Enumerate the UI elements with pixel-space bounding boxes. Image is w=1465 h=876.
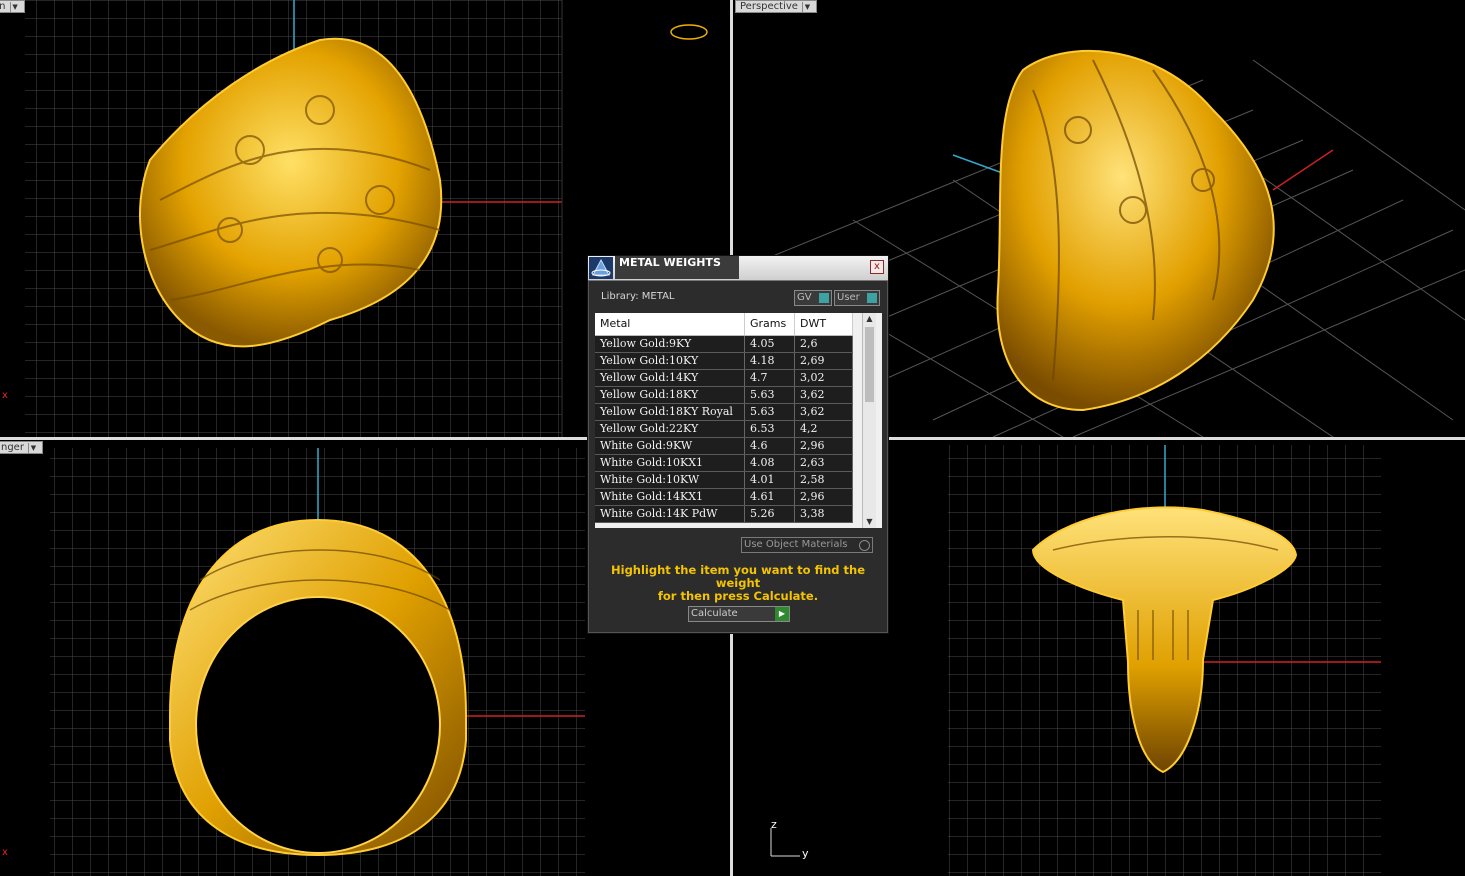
dwt-cell: 3,02 <box>795 370 853 386</box>
instruction-line-2: for then press Calculate. <box>657 589 819 603</box>
table-row[interactable]: Yellow Gold:22KY 6.53 4,2 <box>595 421 853 438</box>
metal-cell: White Gold:10KX1 <box>595 455 745 471</box>
table-header: Metal Grams DWT <box>595 313 853 336</box>
app-logo-icon <box>589 257 613 279</box>
metal-cell: White Gold:10KW <box>595 472 745 488</box>
dwt-cell: 2,69 <box>795 353 853 369</box>
dwt-cell: 3,38 <box>795 506 853 522</box>
use-object-materials-toggle[interactable]: Use Object Materials <box>741 537 873 553</box>
grams-cell: 4.7 <box>745 370 795 386</box>
dwt-cell: 2,58 <box>795 472 853 488</box>
viewport-label-text: nger <box>1 442 24 453</box>
metal-cell: White Gold:9KW <box>595 438 745 454</box>
chevron-down-icon[interactable]: ▼ <box>27 443 38 454</box>
viewport-label-text: Perspective <box>740 1 798 12</box>
gv-toggle-label: GV <box>797 292 812 303</box>
table-row[interactable]: White Gold:14KX1 4.61 2,96 <box>595 489 853 506</box>
library-label: Library: METAL <box>601 291 675 302</box>
metal-cell: Yellow Gold:14KY <box>595 370 745 386</box>
chevron-down-icon[interactable]: ▼ <box>801 2 812 13</box>
column-header-dwt[interactable]: DWT <box>795 313 853 335</box>
close-button[interactable]: x <box>870 260 884 274</box>
small-ring-icon <box>670 24 708 40</box>
grams-cell: 5.63 <box>745 387 795 403</box>
table-row[interactable]: White Gold:9KW 4.6 2,96 <box>595 438 853 455</box>
grams-cell: 4.05 <box>745 336 795 352</box>
viewport-label-bottom-left[interactable]: nger ▼ <box>0 441 43 454</box>
grams-cell: 4.08 <box>745 455 795 471</box>
use-object-materials-label: Use Object Materials <box>744 539 848 550</box>
dwt-cell: 2,96 <box>795 489 853 505</box>
table-row[interactable]: Yellow Gold:10KY 4.18 2,69 <box>595 353 853 370</box>
play-icon: ▶ <box>775 607 789 621</box>
metal-cell: Yellow Gold:9KY <box>595 336 745 352</box>
dialog-title: METAL WEIGHTS <box>615 256 739 279</box>
close-icon: x <box>874 261 880 272</box>
table-row[interactable]: Yellow Gold:18KY 5.63 3,62 <box>595 387 853 404</box>
grams-cell: 6.53 <box>745 421 795 437</box>
x-axis-marker: x <box>2 847 8 858</box>
axis-z-label: z <box>771 818 777 831</box>
radio-indicator-icon <box>859 540 870 551</box>
grams-cell: 4.01 <box>745 472 795 488</box>
metal-cell: Yellow Gold:22KY <box>595 421 745 437</box>
viewport-label-perspective[interactable]: Perspective ▼ <box>735 0 817 13</box>
dwt-cell: 4,2 <box>795 421 853 437</box>
user-toggle[interactable]: User <box>834 290 880 306</box>
viewport-label-text: wn <box>0 1 6 12</box>
metal-cell: White Gold:14KX1 <box>595 489 745 505</box>
metal-weights-dialog[interactable]: METAL WEIGHTS x Library: METAL GV User M… <box>587 255 889 634</box>
column-header-metal[interactable]: Metal <box>595 313 745 335</box>
dwt-cell: 2,96 <box>795 438 853 454</box>
metal-cell: Yellow Gold:18KY Royal <box>595 404 745 420</box>
metal-cell: Yellow Gold:18KY <box>595 387 745 403</box>
grams-cell: 4.61 <box>745 489 795 505</box>
calculate-label: Calculate <box>691 608 738 619</box>
table-row[interactable]: White Gold:14K PdW 5.26 3,38 <box>595 506 853 523</box>
instruction-line-1: Highlight the item you want to find the … <box>611 563 865 590</box>
axis-y-label: y <box>802 847 809 860</box>
scroll-up-icon[interactable]: ▲ <box>863 313 876 325</box>
toggle-indicator-icon <box>867 293 877 303</box>
table-row[interactable]: White Gold:10KX1 4.08 2,63 <box>595 455 853 472</box>
grams-cell: 4.18 <box>745 353 795 369</box>
dialog-titlebar[interactable]: METAL WEIGHTS x <box>588 256 888 281</box>
metal-cell: Yellow Gold:10KY <box>595 353 745 369</box>
dwt-cell: 2,6 <box>795 336 853 352</box>
scroll-thumb[interactable] <box>865 327 874 402</box>
table-row[interactable]: Yellow Gold:18KY Royal 5.63 3,62 <box>595 404 853 421</box>
table-row[interactable]: White Gold:10KW 4.01 2,58 <box>595 472 853 489</box>
scroll-down-icon[interactable]: ▼ <box>863 516 876 528</box>
instruction-text: Highlight the item you want to find the … <box>588 564 888 603</box>
grams-cell: 4.6 <box>745 438 795 454</box>
toggle-indicator-icon <box>819 293 829 303</box>
dwt-cell: 3,62 <box>795 387 853 403</box>
table-row[interactable]: Yellow Gold:14KY 4.7 3,02 <box>595 370 853 387</box>
viewport-label-top-left[interactable]: wn▼ <box>0 0 25 13</box>
chevron-down-icon[interactable]: ▼ <box>9 2 20 13</box>
table-scrollbar[interactable]: ▲ ▼ <box>862 313 876 528</box>
x-axis-marker: x <box>2 390 8 401</box>
table-row[interactable]: Yellow Gold:9KY 4.05 2,6 <box>595 336 853 353</box>
dwt-cell: 2,63 <box>795 455 853 471</box>
grams-cell: 5.63 <box>745 404 795 420</box>
metal-cell: White Gold:14K PdW <box>595 506 745 522</box>
gv-toggle[interactable]: GV <box>794 290 832 306</box>
table-body: Yellow Gold:9KY 4.05 2,6 Yellow Gold:10KY 4.… <box>595 336 853 523</box>
metal-weights-table[interactable]: Metal Grams DWT Yellow Gold:9KY 4.05 2,6 Ye… <box>595 313 882 528</box>
grams-cell: 5.26 <box>745 506 795 522</box>
dwt-cell: 3,62 <box>795 404 853 420</box>
column-header-grams[interactable]: Grams <box>745 313 795 335</box>
user-toggle-label: User <box>837 292 860 303</box>
calculate-button[interactable]: Calculate ▶ <box>688 606 790 622</box>
